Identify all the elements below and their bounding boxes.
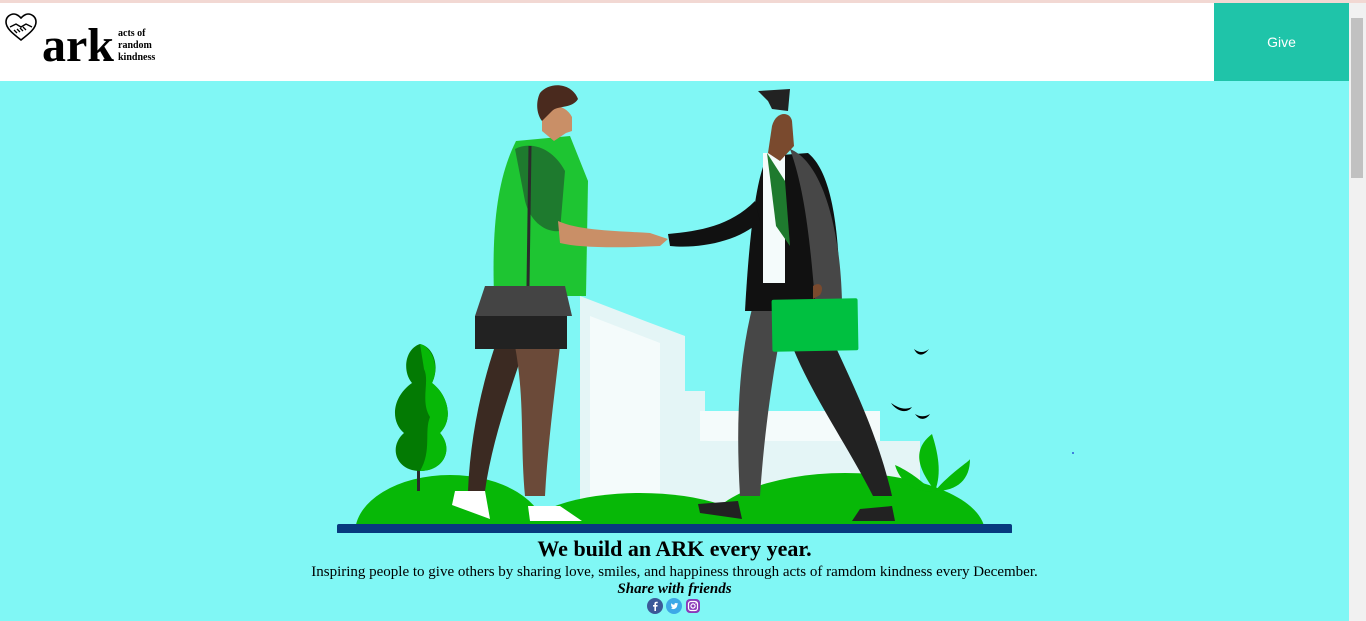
facebook-icon[interactable] (647, 598, 663, 614)
brand-name: ark (42, 19, 114, 72)
handshake-illustration (337, 85, 1012, 533)
brand-tagline-line: random (118, 40, 152, 51)
decor-dot (1072, 452, 1074, 454)
hero-subtitle: Inspiring people to give others by shari… (311, 564, 1038, 580)
brand-tagline-line: acts of (118, 28, 146, 39)
brand-tagline: acts of random kindness (118, 28, 178, 64)
brand-tagline-line: kindness (118, 52, 156, 63)
scrollbar-thumb[interactable] (1351, 18, 1363, 178)
instagram-icon[interactable] (685, 598, 701, 614)
page-scrollbar[interactable] (1349, 3, 1366, 621)
twitter-icon[interactable] (666, 598, 682, 614)
share-label: Share with friends (617, 581, 732, 597)
social-links (647, 598, 707, 614)
site-header: ark acts of random kindness Give (0, 3, 1349, 81)
ark-logo[interactable]: ark acts of random kindness (4, 13, 174, 73)
give-button[interactable]: Give (1214, 3, 1349, 81)
handshake-icon (5, 13, 37, 42)
page: ark acts of random kindness Give We buil… (0, 3, 1349, 621)
hero-section: We build an ARK every year. Inspiring pe… (0, 81, 1349, 621)
hero-headline: We build an ARK every year. (537, 536, 812, 561)
